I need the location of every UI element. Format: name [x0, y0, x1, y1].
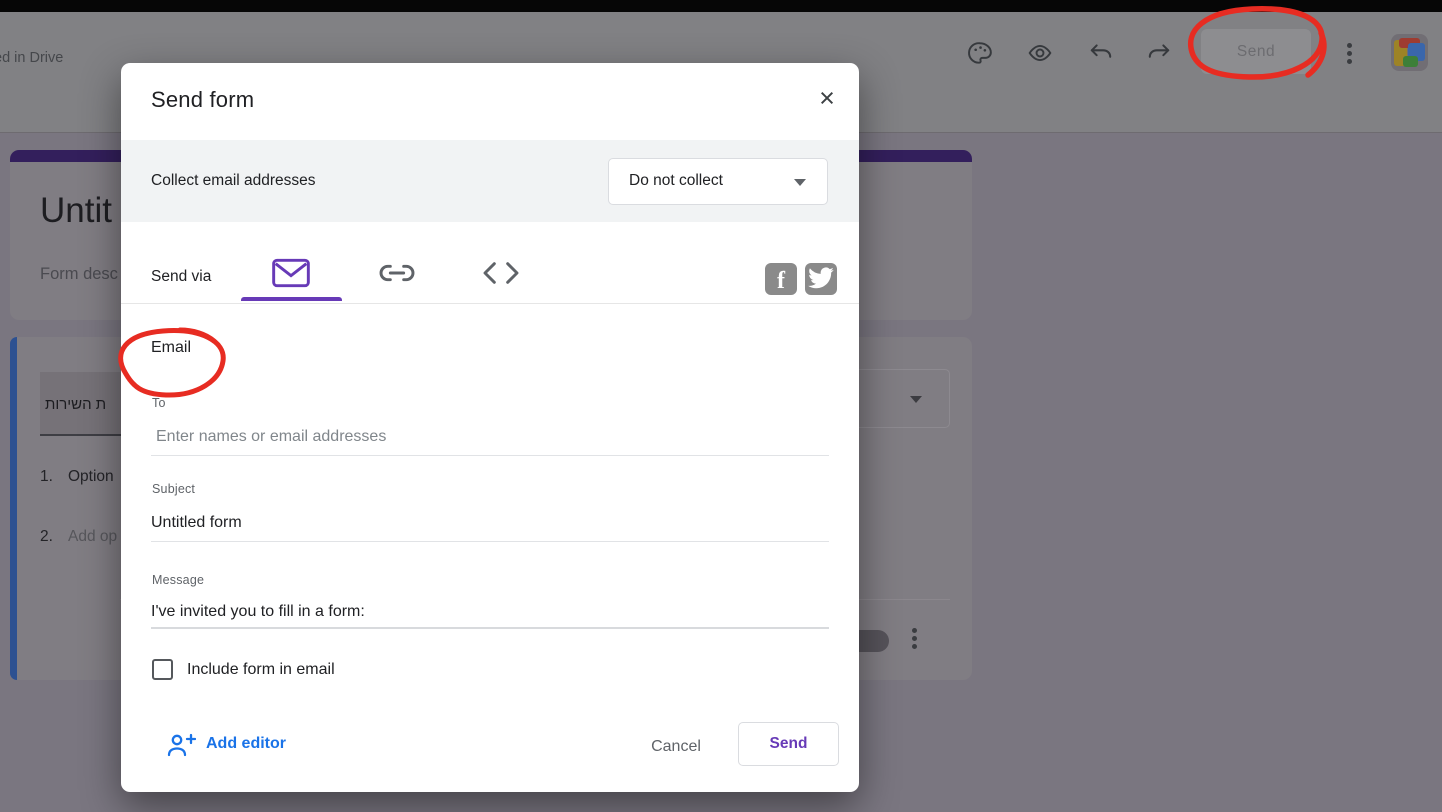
divider [121, 303, 859, 304]
more-menu-icon[interactable] [1340, 40, 1358, 66]
to-input[interactable]: Enter names or email addresses [156, 428, 386, 446]
toolbar-send-button[interactable]: Send [1201, 29, 1311, 74]
form-description[interactable]: Form desc [40, 265, 118, 284]
preview-eye-icon[interactable] [1027, 40, 1053, 66]
message-field-label: Message [152, 573, 205, 587]
subject-field-label: Subject [152, 482, 196, 496]
chevron-down-icon [910, 396, 922, 403]
link-icon [379, 264, 415, 282]
collect-email-dropdown[interactable]: Do not collect [608, 158, 828, 205]
include-form-label: Include form in email [187, 661, 335, 678]
facebook-share-icon[interactable]: f [765, 263, 797, 295]
collect-email-label: Collect email addresses [151, 172, 316, 189]
tab-send-via-link[interactable] [377, 257, 417, 291]
dialog-title: Send form [151, 87, 255, 112]
send-via-label: Send via [151, 268, 212, 285]
undo-icon[interactable] [1088, 40, 1114, 66]
saved-status: ed in Drive [0, 50, 64, 66]
field-underline [151, 455, 829, 456]
form-title[interactable]: Untit [40, 191, 112, 231]
email-section-heading: Email [151, 339, 192, 356]
subject-input[interactable]: Untitled form [151, 514, 242, 532]
email-envelope-icon [272, 258, 310, 288]
message-input[interactable]: I've invited you to fill in a form: [151, 603, 365, 621]
include-form-checkbox[interactable] [152, 659, 173, 680]
selected-tab-underline [241, 297, 342, 301]
tab-send-via-embed[interactable] [481, 257, 521, 291]
twitter-share-icon[interactable] [805, 263, 837, 295]
collect-email-dropdown-value: Do not collect [629, 172, 723, 189]
selected-question-indicator [10, 337, 17, 680]
window-top-strip [0, 0, 1442, 12]
add-option-label[interactable]: Add op [68, 528, 117, 546]
redo-icon[interactable] [1146, 40, 1172, 66]
question-more-menu-icon[interactable] [905, 625, 923, 651]
avatar-color-green [1403, 56, 1418, 67]
send-form-dialog: Send form × Collect email addresses Do n… [121, 63, 859, 792]
option-number: 2. [40, 528, 53, 545]
cancel-button[interactable]: Cancel [621, 729, 731, 765]
palette-icon[interactable] [967, 40, 993, 66]
question-title-text: ת השירות [45, 396, 107, 413]
collect-email-band: Collect email addresses Do not collect [121, 140, 859, 222]
chevron-down-icon [794, 179, 806, 186]
embed-code-icon [483, 262, 519, 284]
tab-send-via-email[interactable] [271, 257, 311, 291]
close-icon[interactable]: × [809, 81, 845, 117]
to-field-label: To [152, 396, 166, 410]
account-avatar[interactable] [1391, 34, 1428, 71]
dialog-send-button[interactable]: Send [738, 722, 839, 766]
add-editor-label: Add editor [206, 735, 286, 752]
field-underline [151, 541, 829, 542]
option-label[interactable]: Option [68, 468, 114, 486]
option-number: 1. [40, 468, 53, 485]
person-add-icon [166, 732, 197, 758]
field-underline [151, 627, 829, 629]
